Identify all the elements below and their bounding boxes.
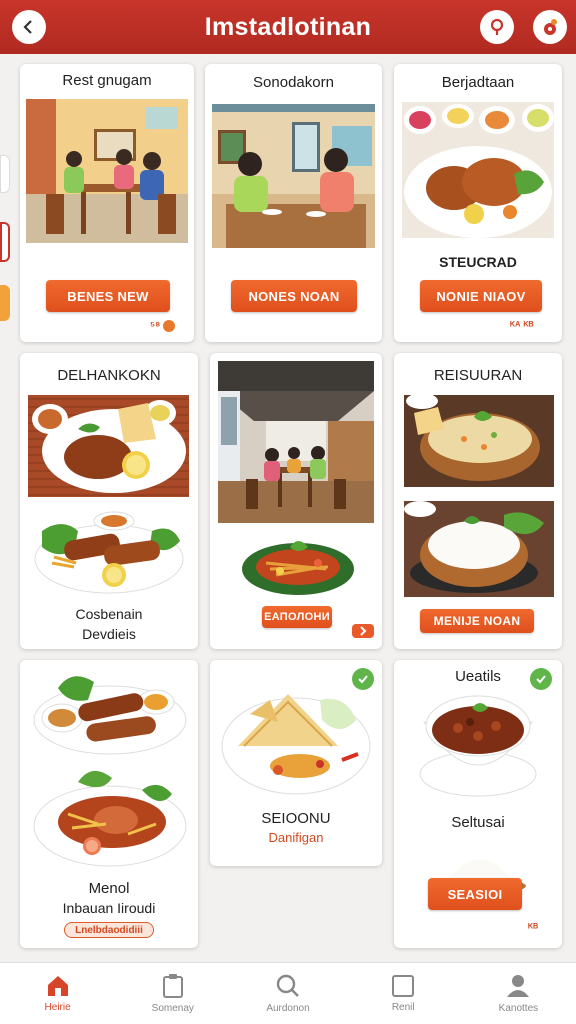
search-icon <box>490 18 504 35</box>
card-line-2: Danifigan <box>268 830 324 845</box>
card-line-2: Inbauan Iiroudi <box>62 900 156 916</box>
grilled-chicken-platter-image <box>28 395 189 497</box>
chevron-right-icon <box>360 626 367 636</box>
skewers-plate-image <box>34 511 184 595</box>
side-tab-2[interactable] <box>0 222 10 262</box>
search-icon <box>276 974 299 997</box>
search-button[interactable] <box>480 10 514 44</box>
tab-home[interactable]: Heirie <box>0 963 115 1024</box>
check-icon <box>530 668 552 690</box>
card-line-2: Devdieis <box>82 626 136 642</box>
profile-icon <box>544 19 557 35</box>
badge-text: ⁵⁸ <box>150 320 161 332</box>
card-badge: ᴷᴮ <box>528 922 539 934</box>
card-title: DELHANKOKN <box>57 367 161 384</box>
card-subtitle: STEUCRAD <box>439 254 517 270</box>
order-button[interactable]: NONIE NIAOV <box>420 280 542 312</box>
tab-summary[interactable]: Somenay <box>115 963 230 1024</box>
steamed-rice-bowl-image <box>404 501 554 597</box>
tab-search[interactable]: Aurdonon <box>230 963 345 1024</box>
back-button[interactable] <box>12 10 46 44</box>
samosa-plate-image <box>220 680 372 798</box>
restaurant-card-4[interactable]: DELHANKOKN Cosbenain Devdieis <box>20 353 198 649</box>
app-header: Imstadlotinan <box>0 0 576 54</box>
clipboard-icon <box>162 974 183 998</box>
card-badge: ᴷᴬ ᴷᴮ <box>510 320 534 332</box>
restaurant-card-2[interactable]: Sonodakorn NONES NOAN <box>205 64 382 342</box>
tab-label: Kanottes <box>498 1003 539 1014</box>
side-tab-1[interactable] <box>0 155 10 193</box>
restaurant-card-7[interactable]: Menol Inbauan Iiroudi Lnelbdaodidiii <box>20 660 198 948</box>
card-line-1: Cosbenain <box>75 606 143 622</box>
tab-label: Somenay <box>151 1003 194 1014</box>
square-icon <box>392 975 415 997</box>
stew-bowl-image <box>418 688 538 798</box>
badge-dot-icon <box>163 320 176 333</box>
page-title: Imstadlotinan <box>204 12 372 41</box>
order-button[interactable]: SEASIOI <box>428 878 522 910</box>
card-title: Berjadtaan <box>441 74 515 91</box>
fried-rice-image <box>404 395 554 487</box>
stir-fry-dish-image <box>240 533 356 599</box>
card-title: REISUURAN <box>433 367 523 384</box>
order-button[interactable]: MENIJE NOAN <box>420 609 534 633</box>
roast-chicken-image <box>402 102 554 238</box>
tab-label: Heirie <box>44 1002 71 1013</box>
card-badge: ⁵⁸ <box>150 320 176 333</box>
restaurant-card-8[interactable]: SEIOONU Danifigan <box>210 660 382 866</box>
restaurant-card-5[interactable]: ЕАПОЛОНИ <box>210 353 382 649</box>
restaurant-interior-image <box>26 99 188 243</box>
card-title: Sonodakorn <box>253 74 334 91</box>
restaurant-card-3[interactable]: Berjadtaan STEUCRAD NONIE NIAOV ᴷᴬ ᴷᴮ <box>394 64 562 342</box>
diners-image <box>212 104 375 248</box>
chevron-left-icon <box>23 20 32 34</box>
card-line-1: Menol <box>88 880 130 897</box>
order-button[interactable]: ЕАПОЛОНИ <box>262 606 332 628</box>
order-button[interactable]: BENES NEW <box>46 280 170 312</box>
home-icon <box>47 976 68 996</box>
restaurant-card-9[interactable]: Ueatils Seltusai SEASIOI ᴷᴮ <box>394 660 562 948</box>
side-tab-3[interactable] <box>0 285 10 321</box>
user-icon <box>507 975 530 997</box>
tab-label: Aurdonon <box>266 1003 310 1014</box>
profile-button[interactable] <box>533 10 567 44</box>
card-title: Rest gnugam <box>62 72 152 89</box>
sausage-plate-image <box>32 668 188 756</box>
grilled-fish-plate-image <box>32 764 188 870</box>
card-line-1: Seltusai <box>451 814 505 831</box>
next-button[interactable] <box>352 624 374 638</box>
card-line-1: SEIOONU <box>261 810 331 827</box>
bottom-tab-bar: Heirie Somenay Aurdonon Renil Kanottes <box>0 962 576 1024</box>
tab-orders[interactable]: Renil <box>346 963 461 1024</box>
tab-profile[interactable]: Kanottes <box>461 963 576 1024</box>
tab-label: Renil <box>391 1002 415 1013</box>
order-button[interactable]: NONES NOAN <box>231 280 357 312</box>
restaurant-card-1[interactable]: Rest gnugam BENES NEW ⁵⁸ <box>20 64 194 342</box>
category-tag[interactable]: Lnelbdaodidiii <box>64 922 154 938</box>
restaurant-hall-image <box>218 361 374 523</box>
restaurant-card-6[interactable]: REISUURAN MENIJE NOAN <box>394 353 562 649</box>
